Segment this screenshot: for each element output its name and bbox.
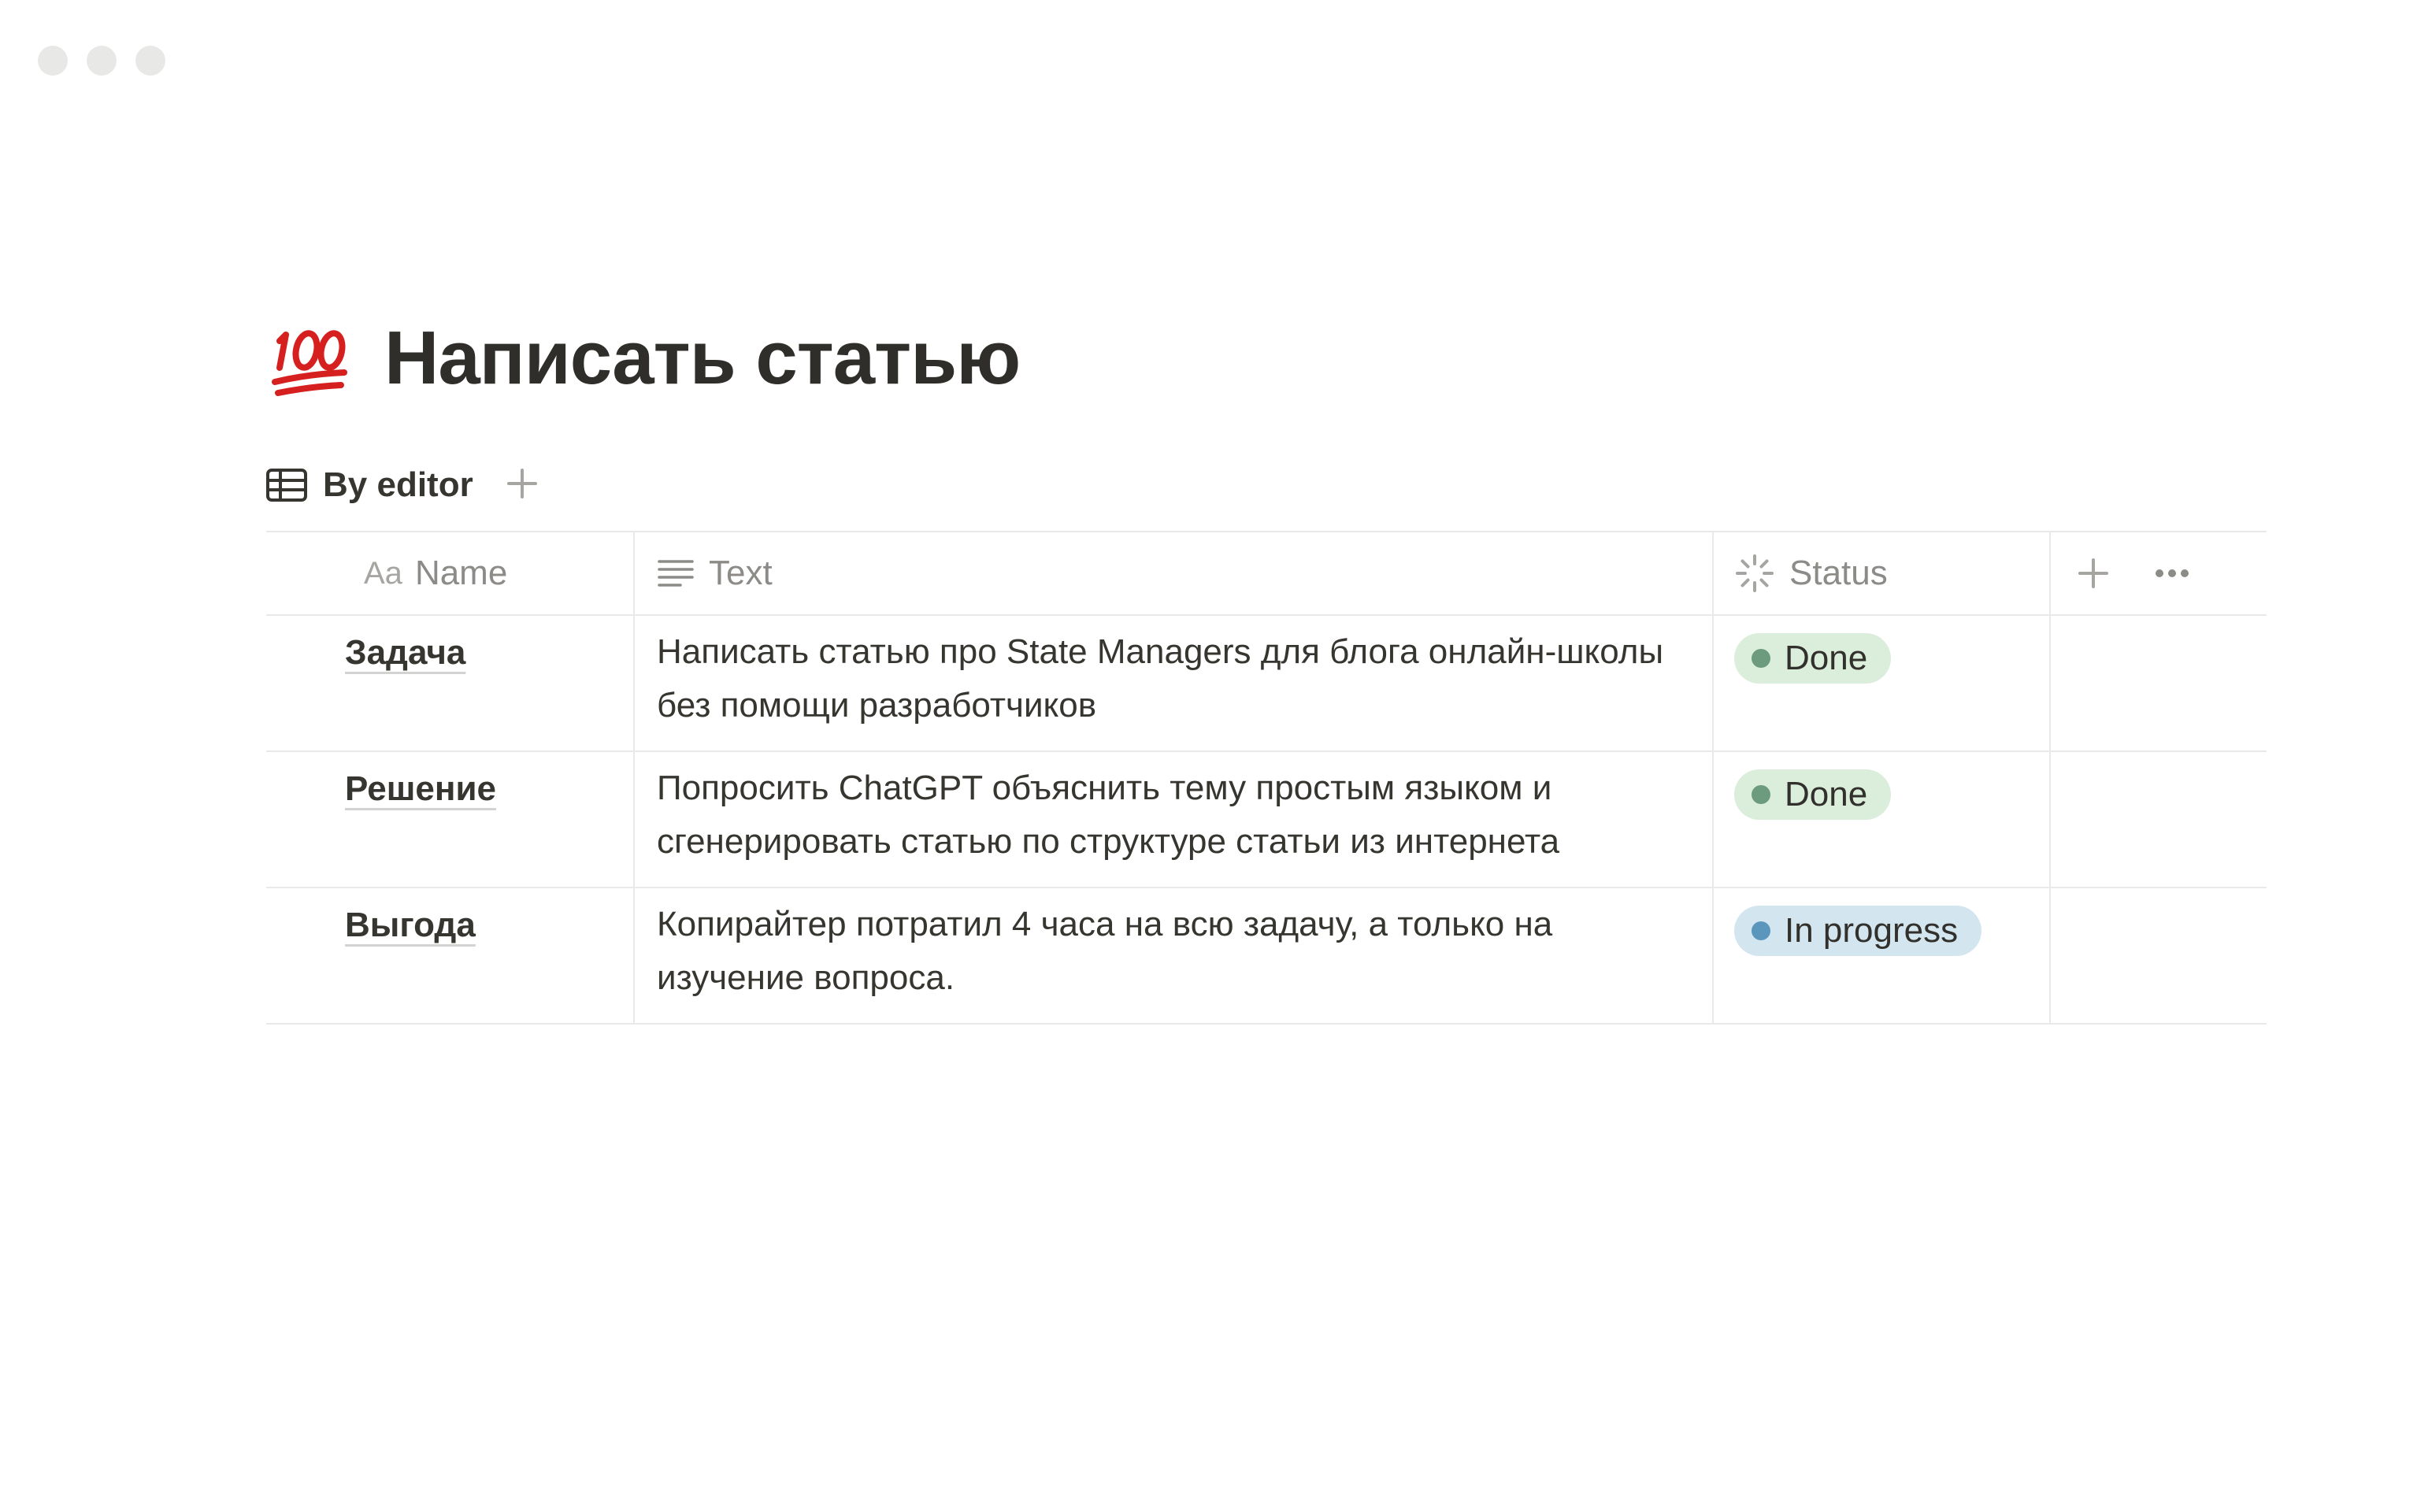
status-dot — [1752, 921, 1770, 940]
status-dot — [1752, 785, 1770, 804]
table-row[interactable]: Решение Попросить ChatGPT объяснить тему… — [266, 752, 2267, 888]
column-header-label: Text — [709, 554, 773, 592]
status-label: In progress — [1785, 911, 1959, 950]
table-icon — [266, 469, 307, 502]
name-cell[interactable]: Решение — [266, 752, 635, 887]
hundred-points-icon[interactable] — [266, 315, 353, 402]
row-text: Попросить ChatGPT объяснить тему простым… — [657, 769, 1560, 861]
name-cell[interactable]: Выгода — [266, 888, 635, 1023]
text-lines-icon — [657, 558, 695, 589]
row-name[interactable]: Задача — [345, 633, 465, 672]
page-content: Написать статью By editor Aa Name Text S… — [266, 315, 2267, 1025]
text-cell[interactable]: Попросить ChatGPT объяснить тему простым… — [635, 752, 1714, 887]
status-cell[interactable]: In progress — [1714, 888, 2051, 1023]
empty-cell — [2051, 752, 2267, 887]
column-header-status[interactable]: Status — [1714, 532, 2051, 614]
page-title[interactable]: Написать статью — [384, 315, 1021, 402]
plus-icon — [506, 468, 538, 503]
column-header-actions — [2051, 532, 2267, 614]
title-property-icon: Aa — [364, 555, 402, 591]
column-header-text[interactable]: Text — [635, 532, 1714, 614]
empty-cell — [2051, 888, 2267, 1023]
window-close-button[interactable] — [38, 46, 68, 76]
table-row[interactable]: Выгода Копирайтер потратил 4 часа на всю… — [266, 888, 2267, 1025]
status-cell[interactable]: Done — [1714, 752, 2051, 887]
page-header: Написать статью — [266, 315, 2267, 402]
row-text: Копирайтер потратил 4 часа на всю задачу… — [657, 905, 1553, 997]
text-cell[interactable]: Копирайтер потратил 4 часа на всю задачу… — [635, 888, 1714, 1023]
column-header-label: Name — [414, 554, 508, 592]
empty-cell — [2051, 616, 2267, 750]
text-cell[interactable]: Написать статью про State Managers для б… — [635, 616, 1714, 750]
status-label: Done — [1785, 639, 1868, 677]
table-header-row: Aa Name Text Status — [266, 532, 2267, 616]
name-cell[interactable]: Задача — [266, 616, 635, 750]
row-name[interactable]: Решение — [345, 769, 496, 808]
view-tab-label: By editor — [323, 465, 473, 504]
status-spinner-icon — [1734, 553, 1775, 594]
status-badge[interactable]: In progress — [1734, 906, 1982, 956]
plus-icon — [2078, 558, 2108, 588]
column-header-label: Status — [1789, 554, 1888, 592]
window-controls — [38, 46, 165, 76]
table-body: Задача Написать статью про State Manager… — [266, 616, 2267, 1025]
add-view-button[interactable] — [506, 468, 538, 503]
add-property-button[interactable] — [2078, 558, 2109, 589]
view-tabs: By editor — [266, 461, 2267, 509]
more-options-button[interactable] — [2155, 569, 2189, 578]
row-name[interactable]: Выгода — [345, 906, 476, 944]
status-badge[interactable]: Done — [1734, 633, 1892, 684]
table-row[interactable]: Задача Написать статью про State Manager… — [266, 616, 2267, 752]
status-dot — [1752, 649, 1770, 668]
status-badge[interactable]: Done — [1734, 769, 1892, 820]
status-cell[interactable]: Done — [1714, 616, 2051, 750]
ellipsis-icon — [2156, 569, 2189, 577]
window-zoom-button[interactable] — [135, 46, 165, 76]
database-table: Aa Name Text Status Задача Написать стат… — [266, 531, 2267, 1025]
window-minimize-button[interactable] — [87, 46, 117, 76]
view-tab-by-editor[interactable]: By editor — [266, 465, 473, 505]
row-text: Написать статью про State Managers для б… — [657, 632, 1664, 724]
status-label: Done — [1785, 775, 1868, 813]
column-header-name[interactable]: Aa Name — [266, 532, 635, 614]
